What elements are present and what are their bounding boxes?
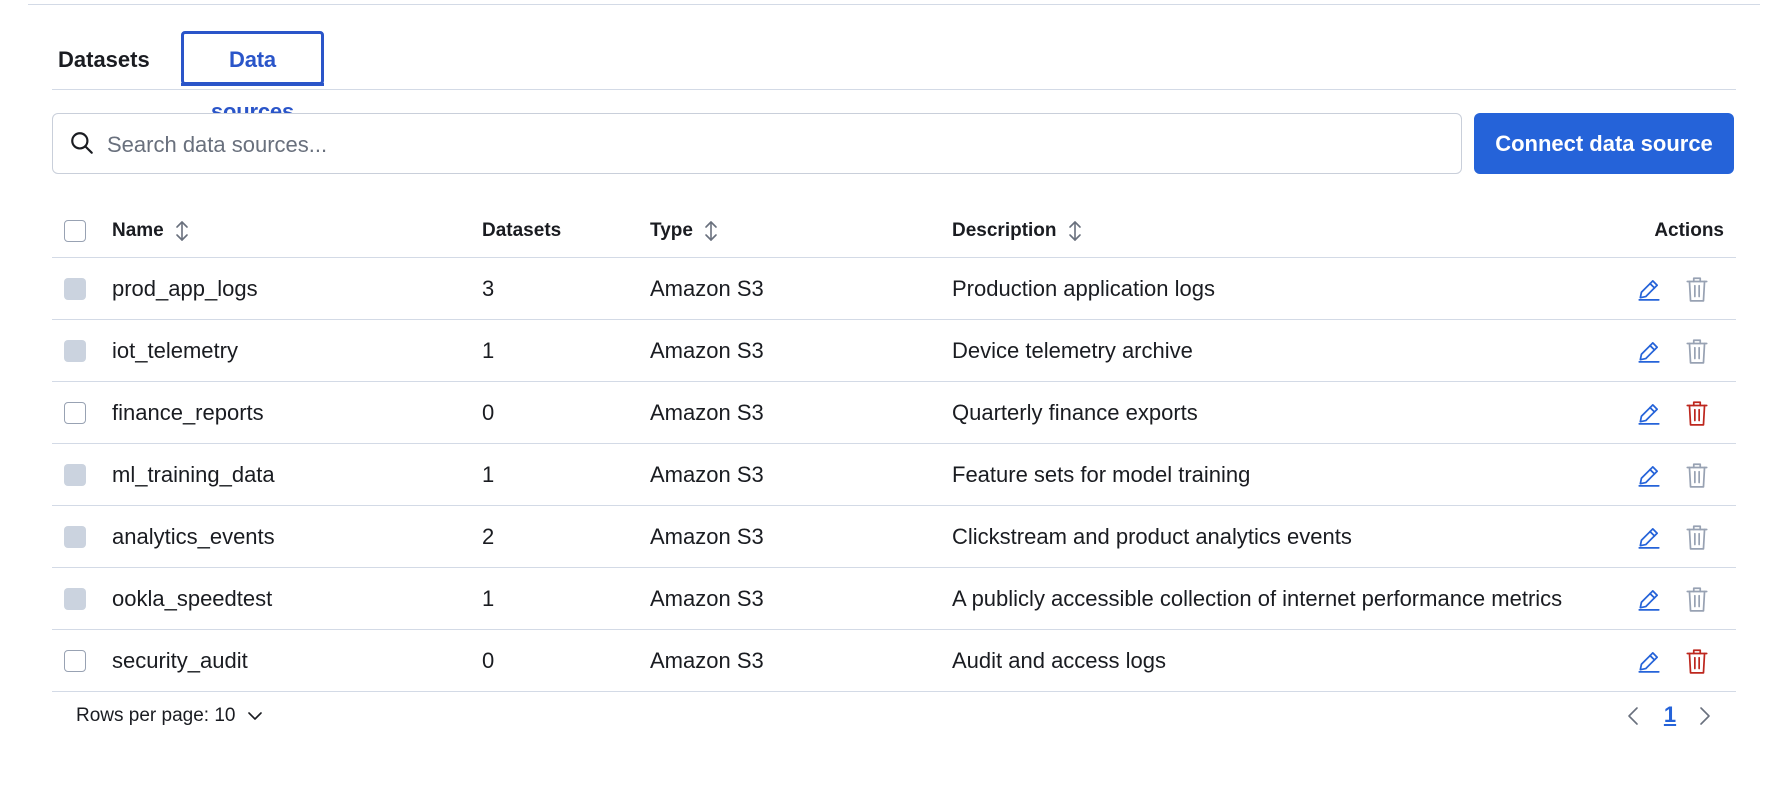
trash-icon — [1686, 587, 1708, 612]
rows-per-page-label: Rows per page: 10 — [76, 705, 236, 726]
row-datasets-count: 1 — [482, 461, 495, 487]
table-footer: Rows per page: 10 1 — [52, 690, 1736, 742]
chevron-right-icon[interactable] — [1692, 704, 1716, 728]
trash-icon — [1686, 339, 1708, 364]
search-input[interactable] — [105, 114, 1449, 175]
row-type: Amazon S3 — [650, 337, 764, 363]
sort-icon — [705, 221, 717, 241]
search-box — [52, 113, 1462, 175]
pencil-icon[interactable] — [1636, 400, 1662, 426]
row-description: Device telemetry archive — [952, 337, 1193, 363]
row-name: prod_app_logs — [112, 275, 258, 301]
column-header-name-label: Name — [112, 220, 164, 241]
row-datasets-count: 2 — [482, 523, 495, 549]
column-header-name[interactable]: Name — [112, 205, 190, 257]
row-type: Amazon S3 — [650, 399, 764, 425]
table-row[interactable]: iot_telemetry 1 Amazon S3 Device telemetry … — [52, 320, 1736, 382]
connect-data-source-button[interactable]: Connect data source — [1474, 113, 1734, 174]
pencil-icon[interactable] — [1636, 338, 1662, 364]
row-datasets-count: 3 — [482, 275, 495, 301]
row-checkbox — [64, 587, 86, 610]
row-description: Production application logs — [952, 275, 1215, 301]
table-header: Name Datasets Type Description Actions — [52, 205, 1736, 258]
column-header-description[interactable]: Description — [952, 205, 1083, 257]
table-row[interactable]: analytics_events 2 Amazon S3 Clickstream an… — [52, 506, 1736, 568]
row-name: security_audit — [112, 647, 248, 673]
row-checkbox — [64, 339, 86, 362]
row-description: Quarterly finance exports — [952, 399, 1198, 425]
table-row[interactable]: finance_reports 0 Amazon S3 Quarterly finan… — [52, 382, 1736, 444]
trash-icon — [1686, 525, 1708, 550]
pencil-icon[interactable] — [1636, 586, 1662, 612]
table-body: prod_app_logs 3 Amazon S3 Production applic… — [52, 258, 1736, 692]
column-header-description-label: Description — [952, 220, 1057, 241]
row-datasets-count: 0 — [482, 647, 495, 673]
trash-icon[interactable] — [1684, 647, 1710, 675]
tab-bar: Datasets Data sources — [52, 24, 1736, 124]
column-header-actions: Actions — [1654, 220, 1724, 241]
row-description: A publicly accessible collection of inte… — [952, 585, 1563, 611]
sort-icon — [1068, 221, 1081, 241]
column-header-type[interactable]: Type — [650, 205, 719, 257]
page-number[interactable]: 1 — [1658, 702, 1682, 728]
row-name: analytics_events — [112, 523, 275, 549]
row-checkbox[interactable] — [64, 649, 86, 672]
tab-datasets[interactable]: Datasets — [58, 32, 150, 88]
table-row[interactable]: prod_app_logs 3 Amazon S3 Production applic… — [52, 258, 1736, 320]
data-sources-table: Name Datasets Type Description Actions p… — [52, 205, 1736, 692]
trash-icon[interactable] — [1684, 399, 1710, 427]
row-name: finance_reports — [112, 399, 264, 425]
row-name: iot_telemetry — [112, 337, 238, 363]
pencil-icon[interactable] — [1636, 462, 1662, 488]
table-row[interactable]: ml_training_data 1 Amazon S3 Feature sets f… — [52, 444, 1736, 506]
pencil-icon[interactable] — [1636, 524, 1662, 550]
chevron-left-icon[interactable] — [1622, 704, 1646, 728]
trash-icon — [1686, 463, 1708, 488]
column-header-type-label: Type — [650, 220, 693, 241]
row-type: Amazon S3 — [650, 523, 764, 549]
top-divider — [28, 4, 1760, 5]
row-checkbox — [64, 277, 86, 300]
pencil-icon[interactable] — [1636, 648, 1662, 674]
row-datasets-count: 1 — [482, 585, 495, 611]
table-row[interactable]: security_audit 0 Amazon S3 Audit and access… — [52, 630, 1736, 692]
trash-icon — [1686, 277, 1708, 302]
search-icon — [71, 132, 93, 154]
row-type: Amazon S3 — [650, 275, 764, 301]
table-row[interactable]: ookla_speedtest 1 Amazon S3 A publicly acce… — [52, 568, 1736, 630]
sort-icon — [175, 221, 188, 241]
chevron-down-icon — [247, 712, 262, 720]
row-checkbox — [64, 525, 86, 548]
select-all-checkbox[interactable] — [64, 220, 86, 242]
row-name: ookla_speedtest — [112, 585, 273, 611]
row-datasets-count: 1 — [482, 337, 495, 363]
row-checkbox[interactable] — [64, 401, 86, 424]
row-description: Feature sets for model training — [952, 461, 1251, 487]
row-description: Clickstream and product analytics events — [952, 523, 1352, 549]
row-checkbox — [64, 463, 86, 486]
tab-data-sources[interactable]: Data sources — [181, 31, 324, 124]
row-type: Amazon S3 — [650, 461, 764, 487]
pencil-icon[interactable] — [1636, 276, 1662, 302]
row-datasets-count: 0 — [482, 399, 495, 425]
column-header-datasets: Datasets — [482, 220, 562, 241]
row-type: Amazon S3 — [650, 585, 764, 611]
row-description: Audit and access logs — [952, 647, 1167, 673]
rows-per-page-selector[interactable]: Rows per page: 10 — [76, 690, 264, 742]
row-type: Amazon S3 — [650, 647, 764, 673]
row-name: ml_training_data — [112, 461, 275, 487]
